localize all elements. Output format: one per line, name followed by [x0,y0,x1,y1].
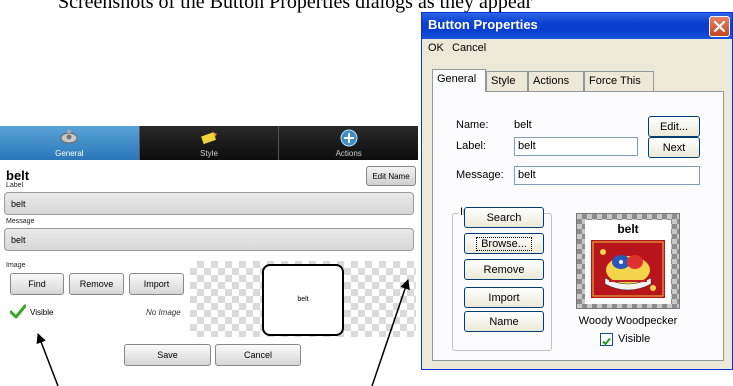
button-image-preview[interactable]: belt [576,213,680,309]
close-button[interactable] [709,16,730,37]
dialog-tab-bar: General Style Actions Force This [432,69,724,92]
next-button[interactable]: Next [648,137,700,158]
edit-button[interactable]: Edit... [648,116,700,137]
cancel-button[interactable]: Cancel [215,344,301,366]
import-button[interactable]: Import [464,287,544,308]
tab-general-label: General [55,149,84,158]
remove-button[interactable]: Remove [69,273,124,295]
image-caption: Image [6,262,26,269]
gear-icon [58,129,80,147]
message-caption: Message: [456,169,504,181]
checkmark-icon [602,337,611,346]
close-icon [713,20,726,33]
tab-style-label: Style [200,149,218,158]
no-image-text: No Image [146,308,181,317]
message-caption: Message [6,218,35,225]
search-button[interactable]: Search [464,207,544,228]
button-preview-face: belt [585,220,671,304]
mobile-button-editor: General Style Actions belt Edit Name Lab… [0,126,419,370]
dialog-title: Button Properties [428,17,538,32]
tab-force-this[interactable]: Force This [584,71,654,91]
name-caption: Name: [456,119,489,131]
woody-woodpecker-image-icon [591,240,665,298]
menu-cancel[interactable]: Cancel [452,42,486,54]
tab-style[interactable]: Style [139,126,280,160]
message-input[interactable]: belt [514,166,700,185]
tab-general[interactable]: General [432,69,486,92]
browse-button[interactable]: Browse... [464,233,544,254]
button-properties-dialog: Button Properties OK Cancel General Styl… [421,12,733,370]
remove-button[interactable]: Remove [464,259,544,280]
tab-general[interactable]: General [0,126,140,160]
dialog-title-bar[interactable]: Button Properties [422,13,732,39]
label-caption: Label [6,182,24,189]
browse-button-label: Browse... [476,236,532,251]
mobile-tab-bar: General Style Actions [0,126,419,160]
tab-actions-label: Actions [335,149,362,158]
image-caption: Woody Woodpecker [578,315,678,327]
tab-actions[interactable]: Actions [528,71,584,91]
menu-bar: OK Cancel [422,39,732,57]
message-field[interactable]: belt [4,228,414,251]
name-value: belt [514,119,532,131]
tab-style[interactable]: Style [486,71,528,91]
label-input[interactable]: belt [514,137,638,156]
tab-actions[interactable]: Actions [279,126,419,160]
button-name-title: belt [6,168,30,183]
label-field[interactable]: belt [4,192,414,215]
label-caption: Label: [456,140,486,152]
button-preview[interactable]: belt [262,264,344,336]
plus-circle-icon [340,129,358,149]
pencil-icon [199,129,219,147]
button-preview-label: belt [617,222,639,236]
menu-ok[interactable]: OK [428,42,444,54]
visible-label: Visible [618,333,651,345]
visible-label: Visible [30,308,54,317]
find-button[interactable]: Find [10,273,64,295]
save-button[interactable]: Save [124,344,211,366]
import-button[interactable]: Import [129,273,184,295]
visible-checkbox[interactable] [600,333,613,346]
button-preview-label: belt [297,296,309,303]
edit-name-button[interactable]: Edit Name [366,166,416,186]
name-button[interactable]: Name [464,311,544,332]
visible-checkmark-icon[interactable] [9,304,27,320]
